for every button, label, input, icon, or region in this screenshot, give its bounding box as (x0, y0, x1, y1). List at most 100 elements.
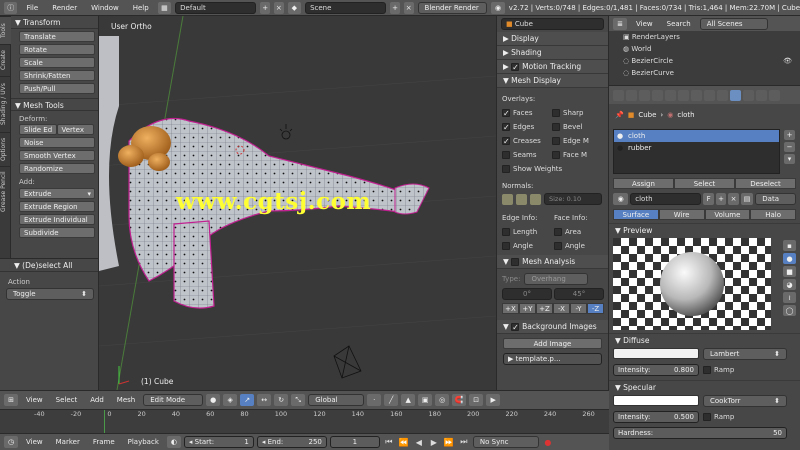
editor-type-icon[interactable] (613, 89, 624, 101)
randomize-button[interactable]: Randomize (19, 163, 95, 174)
motion-tracking-checkbox[interactable] (511, 61, 520, 75)
extrude-individual-button[interactable]: Extrude Individual (19, 214, 95, 225)
preview-flat-icon[interactable]: ▪ (783, 240, 796, 251)
tab-create[interactable]: Create (0, 44, 11, 76)
outliner-row-world[interactable]: ◍ World (609, 43, 800, 55)
slide-vertex-button[interactable]: Vertex (56, 124, 94, 135)
scale-button[interactable]: Scale (19, 57, 95, 68)
render-engine-dropdown[interactable]: Blender Render (417, 1, 488, 14)
modifiers-tab-icon[interactable] (704, 89, 715, 101)
preview-cube-icon[interactable]: ■ (783, 266, 796, 277)
extrude-region-button[interactable]: Extrude Region (19, 201, 95, 212)
proportional-editing-icon[interactable]: ◎ (435, 394, 450, 406)
select-button[interactable]: Select (674, 178, 735, 189)
texture-tab-icon[interactable] (743, 89, 754, 101)
specular-shader-dropdown[interactable]: CookTorr ⬍ (703, 395, 787, 407)
slot-specials-icon[interactable]: ▾ (784, 154, 795, 164)
diffuse-color-swatch[interactable] (613, 348, 699, 359)
viewport-shading-icon[interactable]: ● (206, 394, 221, 406)
shading-panel-header[interactable]: ▶ Shading (497, 46, 608, 60)
mesh-tools-panel-header[interactable]: ▼ Mesh Tools (11, 98, 98, 111)
specular-panel-header[interactable]: ▼ Specular (609, 380, 800, 393)
timeline-view-menu[interactable]: View (21, 438, 48, 446)
link-data-dropdown[interactable]: Data (755, 193, 796, 205)
scene-tab-icon[interactable] (652, 89, 663, 101)
menu-view[interactable]: View (21, 396, 48, 404)
info-edge-angle[interactable]: Angle (502, 239, 554, 253)
preview-panel-header[interactable]: ▼ Preview (609, 223, 800, 236)
overlay-edges[interactable]: Edges (502, 120, 552, 135)
snap-icon[interactable]: 🧲 (452, 394, 467, 406)
overlay-creases[interactable]: Creases (502, 134, 552, 149)
assign-button[interactable]: Assign (613, 178, 674, 189)
object-tab-icon[interactable] (678, 89, 689, 101)
area-checkbox[interactable] (554, 228, 562, 236)
background-images-checkbox[interactable] (511, 321, 520, 335)
surface-tab[interactable]: Surface (613, 209, 659, 220)
add-material-icon[interactable]: + (715, 193, 727, 205)
display-mode-dropdown[interactable]: All Scenes (699, 17, 768, 30)
current-frame-field[interactable]: 1 (329, 436, 380, 448)
record-icon[interactable]: ● (542, 437, 554, 448)
playhead[interactable] (104, 410, 105, 434)
axis-neg-y[interactable]: -Y (570, 303, 587, 314)
material-name-field[interactable]: cloth (630, 193, 702, 205)
render-layers-tab-icon[interactable] (639, 89, 650, 101)
overlay-faces[interactable]: Faces (502, 106, 552, 121)
translate-manipulator-icon[interactable]: ↔ (257, 394, 272, 406)
outliner-row-beziercircle[interactable]: ◌ BezierCircle 👁 (609, 55, 800, 67)
info-length[interactable]: Length (502, 225, 554, 239)
loop-normals-icon[interactable] (516, 193, 527, 205)
overlay-bevel[interactable]: Bevel (552, 120, 589, 134)
vertex-select-icon[interactable]: · (367, 394, 382, 406)
pivot-point-icon[interactable]: ◈ (223, 394, 238, 406)
render-tab-icon[interactable] (626, 89, 637, 101)
timeline-ruler[interactable]: -40 -20 0 20 40 60 80 100 120 140 160 18… (0, 409, 609, 434)
face-select-icon[interactable]: ▲ (401, 394, 416, 406)
axis-pos-y[interactable]: +Y (519, 303, 536, 314)
diffuse-shader-dropdown[interactable]: Lambert ⬍ (703, 348, 787, 360)
outliner-editor-icon[interactable]: ≣ (613, 17, 627, 30)
smooth-vertex-button[interactable]: Smooth Vertex (19, 150, 95, 161)
bevel-checkbox[interactable] (552, 123, 560, 131)
overlay-sharp[interactable]: Sharp (552, 106, 589, 120)
play-icon[interactable]: ▶ (428, 437, 440, 448)
transform-orientation-dropdown[interactable]: Global (308, 394, 365, 406)
physics-tab-icon[interactable] (769, 89, 780, 101)
info-area[interactable]: Area (554, 225, 588, 239)
show-weights-toggle[interactable]: Show Weights (502, 162, 604, 176)
mesh-analysis-checkbox[interactable] (511, 258, 520, 266)
halo-tab[interactable]: Halo (750, 209, 796, 220)
sync-mode-dropdown[interactable]: No Sync (472, 436, 539, 448)
seams-checkbox[interactable] (502, 151, 510, 159)
diffuse-ramp-toggle[interactable]: Ramp (703, 363, 734, 377)
jump-prev-key-icon[interactable]: ⏪ (398, 437, 410, 448)
deselect-button[interactable]: Deselect (735, 178, 796, 189)
rotate-manipulator-icon[interactable]: ↻ (274, 394, 289, 406)
axis-pos-z[interactable]: +Z (536, 303, 553, 314)
specular-ramp-toggle[interactable]: Ramp (703, 410, 734, 424)
unlink-material-icon[interactable]: × (728, 193, 739, 205)
start-frame-field[interactable]: ◂ Start: 1 (183, 436, 254, 448)
link-type-icon[interactable]: ▤ (740, 193, 754, 205)
diffuse-ramp-checkbox[interactable] (703, 366, 711, 374)
remove-slot-icon[interactable]: − (784, 142, 795, 152)
face-normals-icon[interactable] (530, 193, 541, 205)
scene-icon[interactable]: ◆ (287, 1, 302, 14)
outliner-search-menu[interactable]: Search (662, 20, 696, 28)
hardness-field[interactable]: Hardness: 50 (613, 427, 787, 439)
mesh-analysis-header[interactable]: ▼ Mesh Analysis (497, 255, 608, 269)
timeline-playback-menu[interactable]: Playback (123, 438, 164, 446)
outliner-row-beziercurve[interactable]: ◌ BezierCurve (609, 67, 800, 79)
push-pull-button[interactable]: Push/Pull (19, 83, 95, 94)
slide-edge-button[interactable]: Slide Ed (19, 124, 57, 135)
axis-neg-x[interactable]: -X (553, 303, 570, 314)
jump-start-icon[interactable]: ⏮ (383, 437, 395, 448)
wire-tab[interactable]: Wire (658, 209, 705, 220)
faces-checkbox[interactable] (502, 107, 510, 121)
timeline-frame-menu[interactable]: Frame (88, 438, 120, 446)
length-checkbox[interactable] (502, 228, 510, 236)
subdivide-button[interactable]: Subdivide (19, 227, 95, 238)
material-tab-icon[interactable] (730, 89, 741, 101)
axis-neg-z[interactable]: -Z (587, 303, 604, 314)
